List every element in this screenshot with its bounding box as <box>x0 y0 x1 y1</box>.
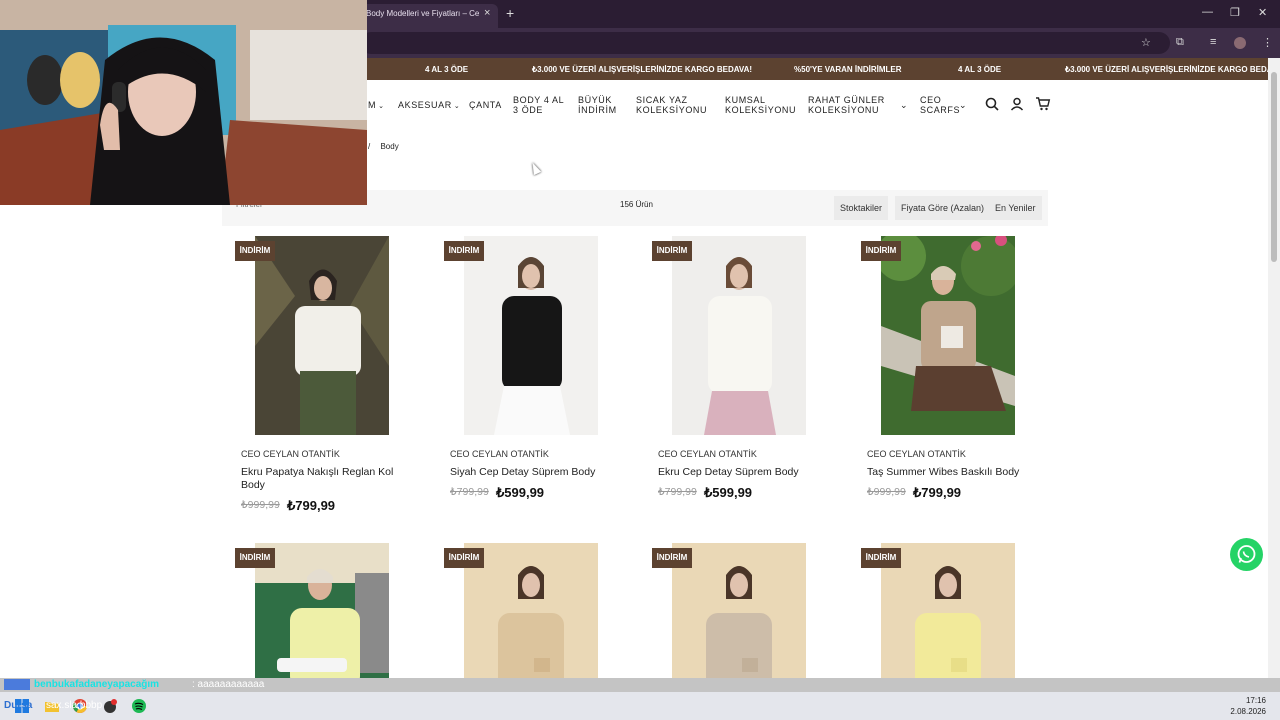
announcement-item: ₺3.000 VE ÜZERİ ALIŞVERİŞLERİNİZDE KARGO… <box>532 65 753 74</box>
chat-badge-icon <box>4 679 30 690</box>
product-brand: CEO CEYLAN OTANTİK <box>658 449 757 459</box>
product-image[interactable] <box>255 236 389 435</box>
product-image[interactable] <box>255 543 389 678</box>
close-tab-icon[interactable]: × <box>484 7 490 19</box>
media-icon[interactable]: ≡ <box>1210 36 1216 48</box>
product-card[interactable]: İNDİRİM <box>646 543 816 678</box>
nav-item-canta[interactable]: ÇANTA <box>469 100 502 110</box>
sort-newest-button[interactable]: En Yeniler <box>989 196 1042 220</box>
discount-badge: İNDİRİM <box>861 548 901 568</box>
nav-item-ceo-scarfs[interactable]: CEO SCARFS <box>920 95 960 115</box>
clock-date: 2.08.2026 <box>1230 707 1266 716</box>
product-image[interactable] <box>464 236 598 435</box>
product-name[interactable]: Ekru Cep Detay Süprem Body <box>658 466 818 479</box>
stream-chat-message: benbukafadaneyapacağım : aaaaaaaaaaaa <box>0 678 1280 692</box>
product-image[interactable] <box>672 236 806 435</box>
product-count: 156 Ürün <box>620 200 653 209</box>
chevron-down-icon: ⌄ <box>378 103 385 110</box>
sale-price: ₺799,99 <box>287 498 336 513</box>
product-brand: CEO CEYLAN OTANTİK <box>241 449 340 459</box>
nav-item-sicak-yaz[interactable]: SICAK YAZ KOLEKSİYONU <box>636 95 707 115</box>
overlay-text: sax.sla.bbbp <box>46 700 103 711</box>
star-icon[interactable]: ☆ <box>1141 36 1151 49</box>
chevron-down-icon: ⌄ <box>900 100 909 110</box>
system-clock[interactable]: 17:16 2.08.2026 <box>1230 695 1266 717</box>
breadcrumb-current[interactable]: Body <box>380 142 398 151</box>
whatsapp-button[interactable] <box>1230 538 1263 571</box>
nav-item-indirim[interactable]: BÜYÜK İNDİRİM <box>578 95 617 115</box>
product-image[interactable] <box>672 543 806 678</box>
nav-item-aksesuar[interactable]: AKSESUAR ⌄ <box>398 100 460 112</box>
windows-start-icon[interactable] <box>14 698 30 714</box>
spotify-icon[interactable] <box>131 698 147 714</box>
announcement-item: %50'YE VARAN İNDİRİMLER <box>794 65 902 74</box>
browser-tab[interactable]: Body Modelleri ve Fiyatları – Ce <box>360 4 498 28</box>
discount-badge: İNDİRİM <box>235 241 275 261</box>
discount-badge: İNDİRİM <box>861 241 901 261</box>
chat-message: : aaaaaaaaaaaa <box>192 679 265 690</box>
menu-icon[interactable]: ⋮ <box>1262 36 1273 49</box>
new-tab-button[interactable]: + <box>506 5 514 21</box>
discount-badge: İNDİRİM <box>235 548 275 568</box>
mouse-cursor <box>528 160 542 176</box>
sale-price: ₺599,99 <box>496 485 545 500</box>
announcement-item: 4 AL 3 ÖDE <box>958 65 1002 74</box>
tab-title: Body Modelleri ve Fiyatları – Ce <box>366 9 480 18</box>
chevron-down-icon: ⌄ <box>453 103 461 110</box>
nav-item-rahat-gunler[interactable]: RAHAT GÜNLER KOLEKSİYONU <box>808 95 885 115</box>
page-scrollbar[interactable] <box>1268 58 1280 678</box>
sort-price-button[interactable]: Fiyata Göre (Azalan) <box>895 196 991 220</box>
product-name[interactable]: Siyah Cep Detay Süprem Body <box>450 466 610 479</box>
product-card[interactable]: İNDİRİM <box>438 543 608 678</box>
product-brand: CEO CEYLAN OTANTİK <box>450 449 549 459</box>
product-card[interactable]: İNDİRİM <box>855 543 1025 678</box>
profile-avatar[interactable] <box>1234 37 1246 49</box>
minimize-button[interactable]: — <box>1202 6 1213 18</box>
old-price: ₺799,99 <box>450 486 489 498</box>
restore-button[interactable]: ❐ <box>1230 6 1240 19</box>
announcement-item: 4 AL 3 ÖDE <box>425 65 469 74</box>
discount-badge: İNDİRİM <box>652 548 692 568</box>
webcam-overlay <box>0 0 367 205</box>
product-name[interactable]: Ekru Papatya Nakışlı Reglan Kol Body <box>241 466 401 492</box>
sale-price: ₺599,99 <box>704 485 753 500</box>
product-image[interactable] <box>881 236 1015 435</box>
discount-badge: İNDİRİM <box>652 241 692 261</box>
product-image[interactable] <box>464 543 598 678</box>
close-window-button[interactable]: ✕ <box>1258 6 1267 19</box>
announcement-item: ₺3.000 VE ÜZERİ ALIŞVERİŞLERİNİZDE KARGO… <box>1065 65 1280 74</box>
product-image[interactable] <box>881 543 1015 678</box>
discount-badge: İNDİRİM <box>444 548 484 568</box>
breadcrumb-separator: / <box>368 142 371 151</box>
discount-badge: İNDİRİM <box>444 241 484 261</box>
in-stock-button[interactable]: Stoktakiler <box>834 196 889 220</box>
sale-price: ₺799,99 <box>913 485 962 500</box>
old-price: ₺799,99 <box>658 486 697 498</box>
product-name[interactable]: Taş Summer Wibes Baskılı Body <box>867 466 1027 479</box>
search-icon[interactable] <box>984 96 1000 112</box>
whatsapp-icon <box>1237 545 1256 563</box>
taskbar: Dursa sax.sla.bbbp 17:16 2.08.2026 <box>0 692 1280 720</box>
nav-item-body[interactable]: BODY 4 AL 3 ÖDE <box>513 95 564 115</box>
product-card[interactable]: İNDİRİM <box>229 543 399 678</box>
scrollbar-thumb[interactable] <box>1271 72 1277 262</box>
chat-username: benbukafadaneyapacağım <box>34 679 160 690</box>
nav-item[interactable]: M ⌄ <box>368 100 385 112</box>
old-price: ₺999,99 <box>241 499 280 511</box>
chevron-down-icon: ⌄ <box>959 100 968 110</box>
url-input[interactable] <box>360 32 1170 54</box>
nav-item-kumsal[interactable]: KUMSAL KOLEKSİYONU <box>725 95 796 115</box>
app-icon[interactable] <box>102 698 118 714</box>
extensions-icon[interactable]: ⧉ <box>1176 36 1184 49</box>
old-price: ₺999,99 <box>867 486 906 498</box>
breadcrumb: / Body <box>368 142 399 151</box>
user-icon[interactable] <box>1009 96 1025 112</box>
clock-time: 17:16 <box>1245 696 1266 705</box>
product-brand: CEO CEYLAN OTANTİK <box>867 449 966 459</box>
cart-icon[interactable] <box>1035 96 1051 112</box>
